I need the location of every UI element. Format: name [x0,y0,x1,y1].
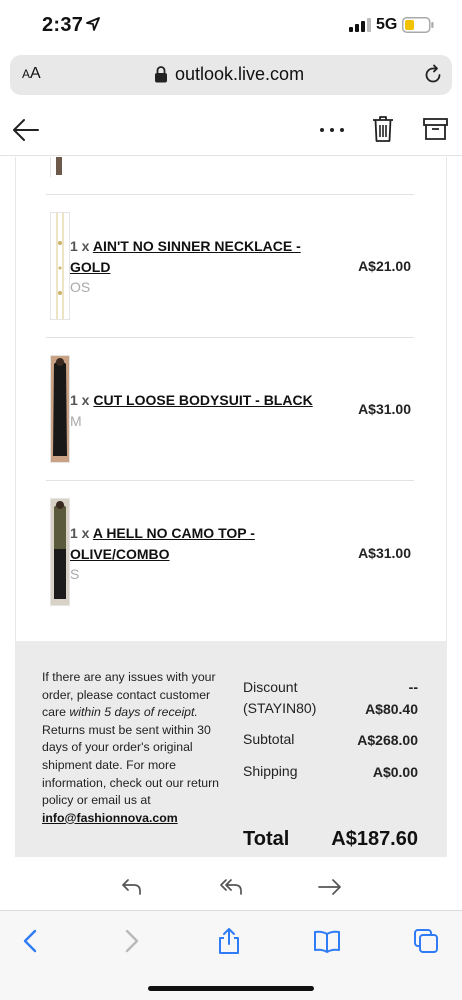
discount-dash: -- [408,679,418,695]
url-text[interactable]: outlook.live.com [175,64,304,85]
item-qty: 1 x [70,525,90,541]
product-link[interactable]: A HELL NO CAMO TOP - [93,525,255,541]
discount-code: (STAYIN80) [243,700,317,716]
reply-icon[interactable] [120,877,144,897]
item-name: 1 x CUT LOOSE BODYSUIT - BLACK [70,390,313,411]
battery-icon [402,17,434,33]
product-link-cont[interactable]: OLIVE/COMBO [70,546,170,562]
item-divider [46,337,414,338]
home-indicator [148,986,314,991]
aa-large-label: A [30,65,41,82]
item-price: A$31.00 [358,401,411,417]
bookmarks-icon[interactable] [313,927,341,955]
browser-url-bar[interactable]: AA outlook.live.com [10,55,452,95]
aa-small-label: A [22,67,31,81]
bodysuit-image [51,356,69,462]
reply-all-icon[interactable] [219,877,243,897]
item-name: 1 x A HELL NO CAMO TOP - OLIVE/COMBO [70,523,255,565]
total-value: A$187.60 [331,828,418,850]
email-body: 1 x AIN'T NO SINNER NECKLACE - GOLD OS A… [0,157,462,857]
shipping-label: Shipping [243,763,298,779]
item-variant: OS [70,279,91,295]
product-thumbnail[interactable] [50,355,70,463]
discount-label: Discount [243,679,298,695]
location-arrow-icon [86,17,100,31]
order-summary: If there are any issues with your order,… [15,641,447,857]
reply-actions-bar [0,860,462,910]
reader-settings-button[interactable]: AA [22,65,41,83]
mail-toolbar [0,103,462,156]
item-qty: 1 x [70,392,90,408]
share-icon[interactable] [215,927,243,955]
item-variant: M [70,413,82,429]
item-name: 1 x AIN'T NO SINNER NECKLACE - GOLD [70,236,301,278]
camo-top-image [51,499,69,605]
discount-value: A$80.40 [365,701,418,717]
browser-forward-icon[interactable] [117,927,145,955]
item-divider [46,480,414,481]
delete-trash-icon[interactable] [372,115,394,143]
browser-toolbar [0,910,462,1000]
forward-icon[interactable] [318,877,342,897]
subtotal-label: Subtotal [243,731,295,747]
product-thumbnail[interactable] [50,212,70,320]
shipping-value: A$0.00 [372,764,418,780]
archive-icon[interactable] [423,117,448,141]
network-type: 5G [376,16,398,33]
more-options-icon[interactable] [318,127,346,133]
tabs-icon[interactable] [412,927,440,955]
policy-part2: Returns must be sent within 30 days of y… [42,722,220,808]
signal-icon [349,18,371,32]
product-thumbnail-partial[interactable] [50,157,70,177]
return-policy-text: If there are any issues with your order,… [42,669,222,827]
item-price: A$21.00 [358,258,411,274]
product-link[interactable]: AIN'T NO SINNER NECKLACE - [93,238,301,254]
policy-italic: within 5 days of receipt. [69,705,198,720]
product-thumbnail[interactable] [50,498,70,606]
reload-icon[interactable] [422,64,444,86]
necklace-image [56,213,64,319]
item-price: A$31.00 [358,545,411,561]
lock-icon [155,66,167,83]
subtotal-value: A$268.00 [357,732,418,748]
back-arrow-icon[interactable] [12,117,40,143]
item-variant: S [70,566,80,582]
status-bar: 2:37 5G [0,0,462,52]
status-time: 2:37 [42,14,84,36]
product-link[interactable]: CUT LOOSE BODYSUIT - BLACK [93,392,312,408]
product-link-cont[interactable]: GOLD [70,259,110,275]
browser-back-icon[interactable] [17,927,45,955]
total-label: Total [243,828,290,850]
support-email-link[interactable]: info@fashionnova.com [42,811,178,825]
item-qty: 1 x [70,238,90,254]
item-divider [46,194,414,195]
